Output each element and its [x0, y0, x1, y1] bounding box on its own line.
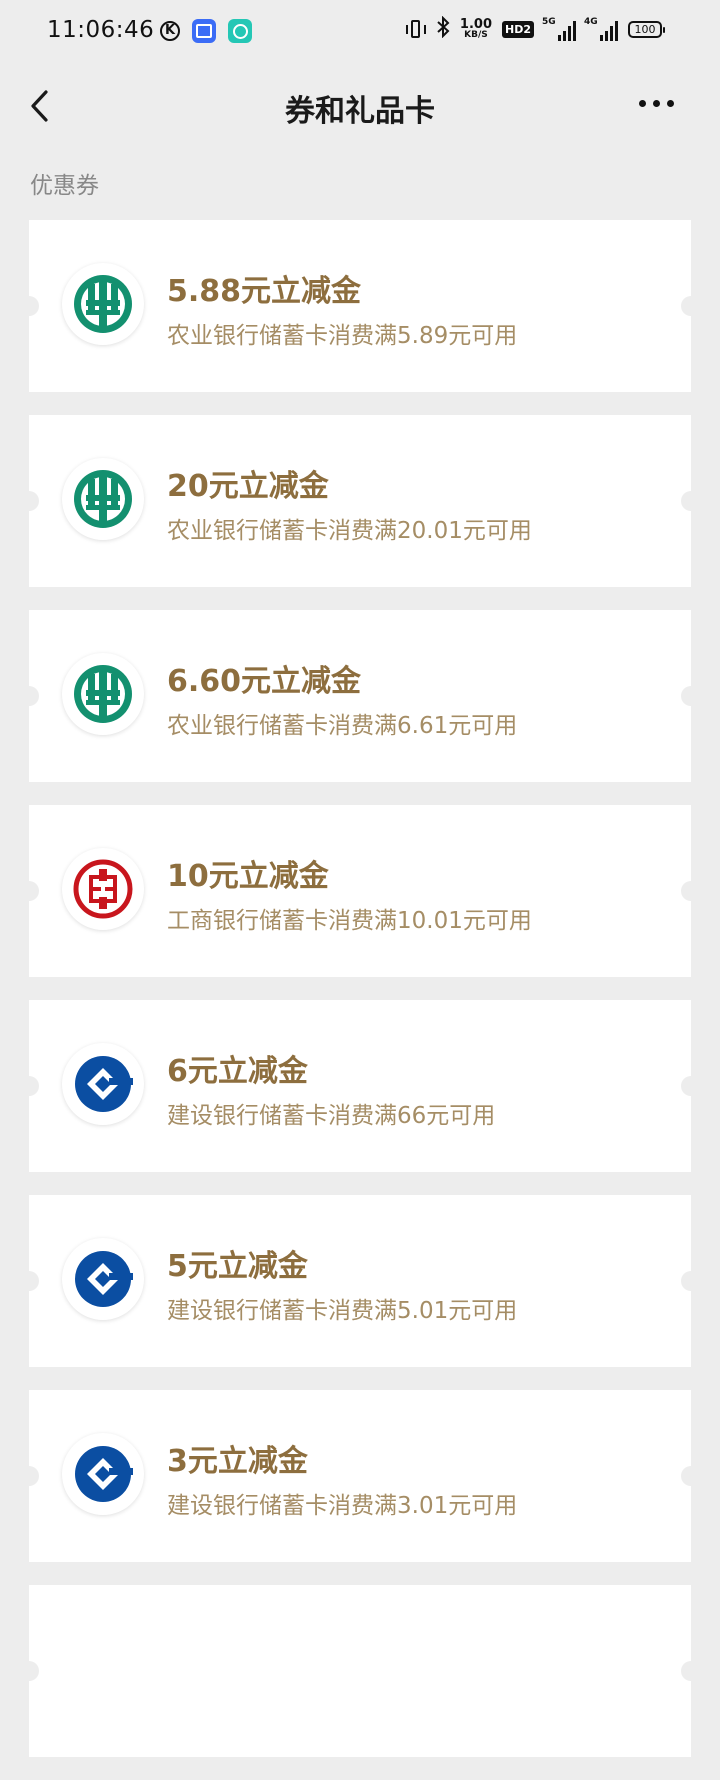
chat-app-icon — [228, 19, 252, 43]
status-time: 11:06:46 — [47, 17, 155, 43]
signal-4g-icon: 4G — [584, 16, 618, 41]
coupon-title: 3元立减金 — [167, 1444, 308, 1479]
ccb-logo-icon — [62, 1433, 144, 1515]
ticket-notch — [681, 296, 701, 316]
ticket-notch — [681, 1076, 701, 1096]
more-dot-icon — [667, 100, 674, 107]
coupon-card[interactable]: 6.60元立减金 农业银行储蓄卡消费满6.61元可用 — [19, 610, 701, 782]
coupon-description: 建设银行储蓄卡消费满66元可用 — [167, 1103, 496, 1129]
chevron-left-icon — [31, 90, 48, 122]
coupon-card[interactable]: 3元立减金 建设银行储蓄卡消费满3.01元可用 — [19, 1390, 701, 1562]
hd-voice-badge: HD2 — [502, 21, 534, 38]
battery-icon: 100 — [628, 21, 665, 38]
ticket-notch — [19, 881, 39, 901]
coupon-title: 5元立减金 — [167, 1249, 308, 1284]
ticket-notch — [19, 1466, 39, 1486]
coupon-card[interactable]: 5元立减金 建设银行储蓄卡消费满5.01元可用 — [19, 1195, 701, 1367]
abc-logo-icon — [62, 263, 144, 345]
ticket-notch — [681, 686, 701, 706]
coupon-description: 农业银行储蓄卡消费满5.89元可用 — [167, 323, 518, 349]
system-status-icons: 1.00 KB/S HD2 5G 4G 100 — [405, 15, 665, 43]
ticket-notch — [681, 881, 701, 901]
ticket-notch — [681, 1661, 701, 1681]
coupon-title: 10元立减金 — [167, 859, 329, 894]
abc-logo-icon — [62, 458, 144, 540]
network-speed-value: 1.00 — [459, 16, 492, 32]
vibrate-icon — [405, 18, 426, 42]
k-app-icon: K — [160, 21, 180, 41]
coupon-title: 6.60元立减金 — [167, 664, 362, 699]
signal-5g-icon: 5G — [542, 16, 576, 41]
ticket-notch — [681, 1271, 701, 1291]
more-options-button[interactable] — [639, 100, 674, 107]
more-dot-icon — [639, 100, 646, 107]
ticket-notch — [19, 686, 39, 706]
ticket-notch — [19, 1661, 39, 1681]
bluetooth-icon — [436, 15, 450, 43]
coupon-list: 5.88元立减金 农业银行储蓄卡消费满5.89元可用 20元立减金 农业银行储蓄… — [19, 220, 701, 1780]
coupon-title: 6元立减金 — [167, 1054, 308, 1089]
coupon-description: 建设银行储蓄卡消费满5.01元可用 — [167, 1298, 518, 1324]
coupon-card[interactable]: 6元立减金 建设银行储蓄卡消费满66元可用 — [19, 1000, 701, 1172]
ticket-notch — [19, 1076, 39, 1096]
ticket-notch — [19, 491, 39, 511]
coupon-card[interactable]: 5.88元立减金 农业银行储蓄卡消费满5.89元可用 — [19, 220, 701, 392]
ccb-logo-icon — [62, 1238, 144, 1320]
nav-bar: 券和礼品卡 — [0, 64, 720, 152]
coupon-description: 建设银行储蓄卡消费满3.01元可用 — [167, 1493, 518, 1519]
icbc-logo-icon — [62, 848, 144, 930]
coupon-title: 5.88元立减金 — [167, 274, 362, 309]
ticket-notch — [681, 491, 701, 511]
ticket-notch — [19, 1271, 39, 1291]
coupon-description: 工商银行储蓄卡消费满10.01元可用 — [167, 908, 532, 934]
coupon-description: 农业银行储蓄卡消费满6.61元可用 — [167, 713, 518, 739]
back-button[interactable] — [20, 84, 64, 128]
status-bar: 11:06:46 K 1.00 KB/S HD2 5G 4G 100 — [0, 0, 720, 64]
coupon-card[interactable]: 20元立减金 农业银行储蓄卡消费满20.01元可用 — [19, 415, 701, 587]
network-speed: 1.00 KB/S — [459, 16, 492, 40]
ccb-logo-icon — [62, 1043, 144, 1125]
abc-logo-icon — [62, 653, 144, 735]
more-dot-icon — [653, 100, 660, 107]
signal-4g-label: 4G — [584, 16, 598, 27]
coupon-description: 农业银行储蓄卡消费满20.01元可用 — [167, 518, 532, 544]
signal-5g-label: 5G — [542, 16, 556, 27]
coupon-card[interactable]: 10元立减金 工商银行储蓄卡消费满10.01元可用 — [19, 805, 701, 977]
ticket-notch — [19, 296, 39, 316]
coupon-title: 20元立减金 — [167, 469, 329, 504]
section-label-coupons: 优惠券 — [30, 173, 99, 199]
notification-icons: K — [160, 19, 252, 43]
page-title: 券和礼品卡 — [285, 94, 435, 129]
multitask-app-icon — [192, 19, 216, 43]
coupon-card[interactable] — [19, 1585, 701, 1757]
network-speed-unit: KB/S — [464, 29, 488, 40]
ticket-notch — [681, 1466, 701, 1486]
